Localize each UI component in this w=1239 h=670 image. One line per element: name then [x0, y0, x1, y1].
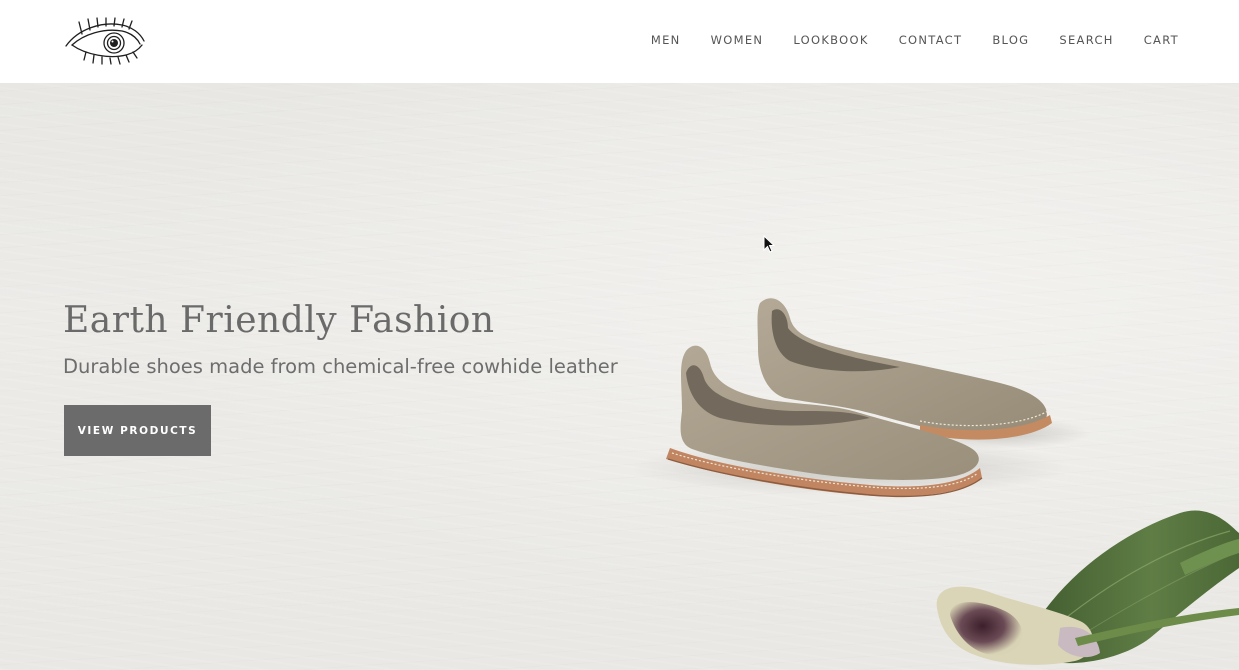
nav-item-men[interactable]: MEN: [651, 32, 681, 48]
nav-item-search[interactable]: SEARCH: [1059, 32, 1113, 48]
page: MEN WOMEN LOOKBOOK CONTACT BLOG SEARCH C…: [0, 0, 1239, 670]
mouse-cursor-icon: [763, 235, 775, 253]
nav-item-lookbook[interactable]: LOOKBOOK: [793, 32, 868, 48]
nav-item-blog[interactable]: BLOG: [992, 32, 1029, 48]
nav-item-contact[interactable]: CONTACT: [899, 32, 963, 48]
hero-product-image: [630, 298, 1239, 665]
view-products-button[interactable]: VIEW PRODUCTS: [64, 405, 211, 456]
main-nav: MEN WOMEN LOOKBOOK CONTACT BLOG SEARCH C…: [621, 32, 1179, 48]
nav-item-women[interactable]: WOMEN: [711, 32, 764, 48]
site-header: MEN WOMEN LOOKBOOK CONTACT BLOG SEARCH C…: [0, 0, 1239, 83]
hero-banner: Earth Friendly Fashion Durable shoes mad…: [0, 83, 1239, 670]
eye-logo-icon: [65, 17, 145, 65]
hero-subtitle: Durable shoes made from chemical-free co…: [63, 355, 618, 378]
nav-item-cart[interactable]: CART: [1144, 32, 1179, 48]
hero-title: Earth Friendly Fashion: [63, 300, 495, 341]
